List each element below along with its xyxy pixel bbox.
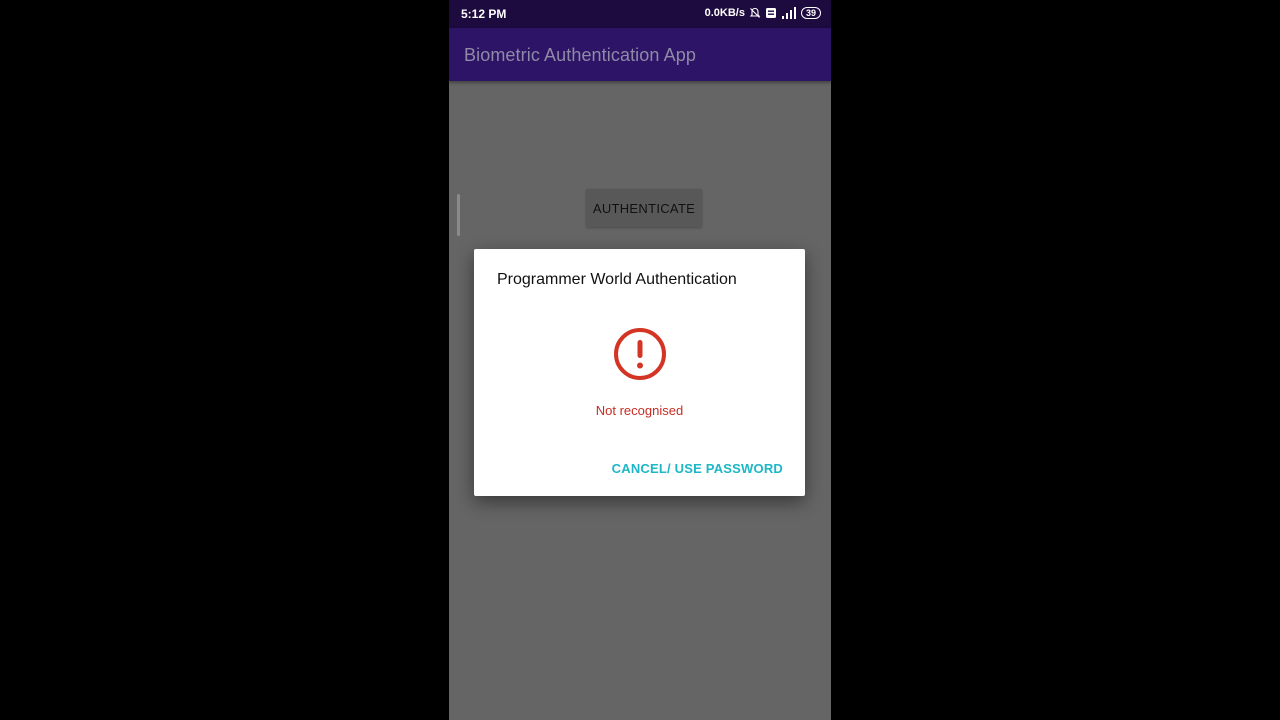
authenticate-button[interactable]: AUTHENTICATE <box>586 189 702 227</box>
network-speed: 0.0KB/s <box>704 7 745 19</box>
cancel-use-password-button[interactable]: CANCEL/ USE PASSWORD <box>612 461 783 476</box>
status-time: 5:12 PM <box>461 7 507 21</box>
volte-icon <box>765 6 777 20</box>
battery-icon: 39 <box>800 7 821 19</box>
phone-screen: 5:12 PM 0.0KB/s 39 Biometric Authenticat… <box>449 0 831 720</box>
mute-bell-icon <box>749 6 761 20</box>
error-message: Not recognised <box>595 403 684 418</box>
status-icons: 0.0KB/s 39 <box>705 6 821 20</box>
status-bar: 5:12 PM 0.0KB/s 39 <box>449 0 831 28</box>
app-title: Biometric Authentication App <box>464 45 696 65</box>
error-circle-icon <box>613 327 667 381</box>
dialog-title: Programmer World Authentication <box>497 271 737 288</box>
biometric-dialog: Programmer World Authentication Not reco… <box>474 249 805 496</box>
signal-icon <box>781 6 797 20</box>
scroll-indicator <box>457 194 460 236</box>
app-bar: Biometric Authentication App <box>449 28 831 81</box>
